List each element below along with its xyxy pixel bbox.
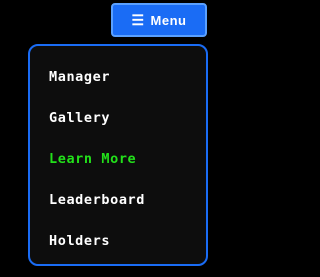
menu-item-holders[interactable]: Holders (30, 220, 206, 261)
menu-item-leaderboard[interactable]: Leaderboard (30, 179, 206, 220)
menu-button[interactable]: ☰ Menu (111, 3, 207, 37)
menu-button-label: Menu (150, 12, 187, 28)
dropdown-menu: Manager Gallery Learn More Leaderboard H… (28, 44, 208, 266)
menu-list: Manager Gallery Learn More Leaderboard H… (30, 56, 206, 261)
menu-item-manager[interactable]: Manager (30, 56, 206, 97)
hamburger-icon: ☰ (131, 12, 145, 28)
menu-item-learn-more[interactable]: Learn More (30, 138, 206, 179)
menu-item-gallery[interactable]: Gallery (30, 97, 206, 138)
